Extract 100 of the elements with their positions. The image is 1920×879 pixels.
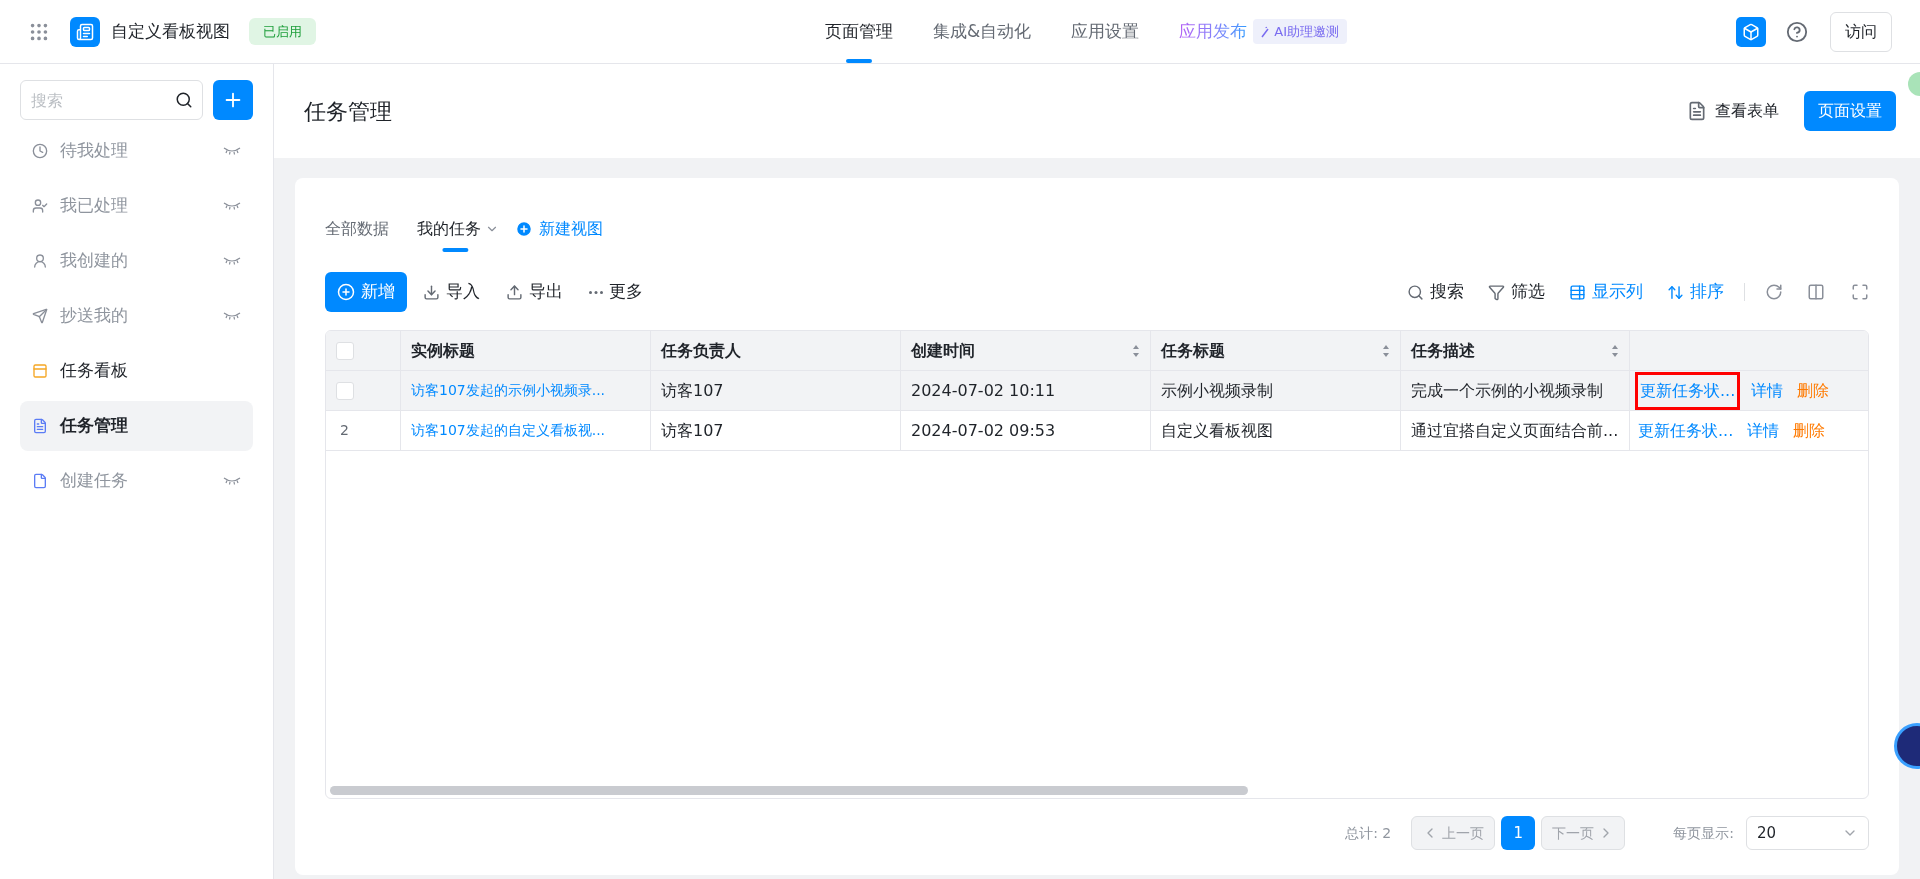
table-cell-text: 完成一个示例的小视频录制 [1411, 379, 1603, 402]
user-check-icon [32, 198, 48, 214]
search-icon [175, 91, 193, 109]
sidebar-label: 我创建的 [60, 249, 129, 273]
table-cell-text: 2024-07-02 09:53 [911, 419, 1056, 442]
view-tab[interactable]: 全部数据 [325, 206, 389, 252]
column-header: 任务标题 [1161, 339, 1226, 362]
action-link[interactable]: 更新任务状... [1638, 418, 1734, 443]
horizontal-scrollbar[interactable] [330, 786, 1248, 795]
board-icon [32, 363, 48, 379]
sidebar-label: 我已处理 [60, 194, 129, 218]
page-size-label: 每页显示: [1673, 823, 1734, 843]
instance-title-link[interactable]: 访客107发起的示例小视频录... [411, 380, 606, 401]
instance-title-link[interactable]: 访客107发起的自定义看板视... [411, 420, 606, 441]
row-number: 2 [340, 421, 349, 440]
clock-icon [32, 143, 48, 159]
visit-button[interactable]: 访问 [1830, 11, 1892, 52]
document-icon [32, 473, 48, 489]
nav-tab[interactable]: 应用设置 [1071, 0, 1140, 63]
ai-badge[interactable]: AI助理邀测 [1253, 18, 1347, 45]
status-badge: 已启用 [249, 17, 316, 46]
user-icon [32, 253, 48, 269]
table-row[interactable]: 访客107发起的示例小视频录... 访客107 2024-07-02 10:11 示例小视频录制 完成一个示例的小视频录制 更新任务状... 详情 删除 [326, 371, 1868, 411]
sidebar-label: 任务看板 [60, 359, 129, 383]
page-title: 任务管理 [304, 97, 393, 126]
delete-link[interactable]: 删除 [1793, 418, 1826, 443]
toolbar-button[interactable]: 搜索 [1407, 279, 1464, 305]
table-row[interactable]: 2 访客107发起的自定义看板视... 访客107 2024-07-02 09:53 自定义看板视图 通过宜搭自定义页面结合前... 更新任务状... 详情 删除 [326, 411, 1868, 451]
hidden-eye-icon[interactable] [223, 202, 241, 210]
download-icon [423, 283, 440, 301]
sidebar-item[interactable]: 待我处理 [20, 126, 253, 176]
sidebar-label: 任务管理 [60, 414, 129, 438]
table-cell-text: 自定义看板视图 [1161, 419, 1273, 442]
hidden-eye-icon[interactable] [223, 257, 241, 265]
action-link[interactable]: 详情 [1747, 418, 1780, 443]
sidebar-label: 抄送我的 [60, 304, 129, 328]
sort-icon [1667, 283, 1684, 301]
sidebar-item[interactable]: 创建任务 [20, 456, 253, 506]
select-all-checkbox[interactable] [336, 341, 354, 360]
next-page-button[interactable]: 下一页 [1541, 816, 1626, 850]
document-icon [1687, 101, 1707, 121]
action-link[interactable]: 更新任务状... [1638, 374, 1738, 407]
wand-icon [1261, 25, 1270, 38]
action-link[interactable]: 详情 [1751, 378, 1784, 403]
nav-tab[interactable]: 页面管理 [825, 0, 893, 63]
table-cell-text: 访客107 [661, 379, 724, 402]
prev-page-button[interactable]: 上一页 [1411, 816, 1496, 850]
report-icon [32, 418, 48, 434]
page-settings-button[interactable]: 页面设置 [1804, 91, 1896, 131]
new-view-button[interactable]: 新建视图 [515, 217, 603, 241]
hidden-eye-icon[interactable] [223, 312, 241, 320]
refresh-icon[interactable] [1765, 283, 1783, 301]
paper-plane-icon [32, 308, 48, 324]
toolbar-button[interactable]: 更多 [589, 279, 643, 305]
sidebar-item[interactable]: 我创建的 [20, 236, 253, 286]
toolbar-button[interactable]: 排序 [1667, 279, 1724, 305]
add-page-button[interactable] [213, 80, 253, 120]
view-form-button[interactable]: 查看表单 [1687, 99, 1779, 123]
sort-icon[interactable] [1132, 343, 1140, 358]
app-logo-icon [70, 16, 100, 47]
nav-tab[interactable]: 集成&自动化 [933, 0, 1032, 63]
add-button[interactable]: 新增 [325, 272, 407, 312]
hidden-eye-icon[interactable] [223, 477, 241, 485]
app-title: 自定义看板视图 [111, 19, 230, 43]
column-header: 任务描述 [1411, 339, 1476, 362]
sort-icon[interactable] [1382, 343, 1390, 358]
search-field[interactable]: 搜索 [20, 80, 203, 120]
fullscreen-icon[interactable] [1851, 283, 1869, 301]
upload-icon [506, 283, 523, 301]
total-count: 总计: 2 [1345, 823, 1392, 843]
sort-icon[interactable] [1611, 343, 1619, 358]
delete-link[interactable]: 删除 [1797, 378, 1830, 403]
columns-icon [1569, 283, 1586, 301]
filter-icon [1488, 283, 1505, 301]
column-header: 创建时间 [911, 339, 976, 362]
column-header: 任务负责人 [661, 339, 742, 362]
toolbar-button[interactable]: 筛选 [1488, 279, 1545, 305]
plus-circle-icon [337, 283, 355, 301]
table-cell-text: 访客107 [661, 419, 724, 442]
sidebar-item[interactable]: 任务管理 [20, 401, 253, 451]
cube-app-icon[interactable] [1736, 16, 1766, 47]
search-icon [1407, 283, 1424, 301]
view-tab[interactable]: 我的任务 [417, 206, 499, 252]
more-icon [589, 290, 603, 294]
sidebar-label: 待我处理 [60, 139, 129, 163]
hidden-eye-icon[interactable] [223, 147, 241, 155]
page-size-select[interactable]: 20 [1746, 816, 1869, 850]
toolbar-button[interactable]: 显示列 [1569, 279, 1643, 305]
sidebar-item[interactable]: 我已处理 [20, 181, 253, 231]
page-number[interactable]: 1 [1501, 816, 1536, 850]
table-cell-text: 2024-07-02 10:11 [911, 379, 1056, 402]
column-header: 实例标题 [411, 339, 476, 362]
toolbar-button[interactable]: 导入 [423, 279, 480, 305]
row-checkbox[interactable] [336, 381, 354, 400]
help-icon[interactable] [1786, 20, 1808, 43]
table-cell-text: 通过宜搭自定义页面结合前... [1411, 419, 1619, 442]
toolbar-button[interactable]: 导出 [506, 279, 563, 305]
plus-circle-icon [515, 220, 533, 238]
sidebar-item[interactable]: 任务看板 [20, 346, 253, 396]
sidebar-item[interactable]: 抄送我的 [20, 291, 253, 341]
